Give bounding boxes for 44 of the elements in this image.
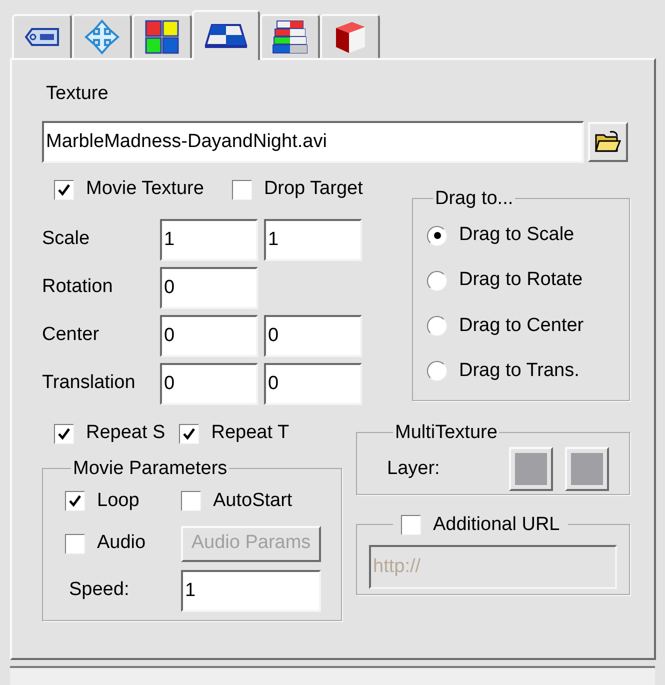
tab[interactable] [260, 14, 320, 58]
speed-label: Speed: [69, 578, 130, 602]
tab[interactable] [12, 14, 72, 58]
group-title: Drag to... [434, 186, 514, 210]
number-field[interactable]: 0 [160, 266, 258, 308]
number-field[interactable]: 0 [264, 362, 362, 404]
move-arrows-icon [84, 19, 120, 55]
tab[interactable] [320, 14, 380, 58]
radio-button[interactable]: Drag to Trans. [427, 356, 629, 386]
browse-button[interactable] [588, 122, 628, 162]
checkbox[interactable]: Movie Texture [54, 175, 204, 204]
texture-plane-icon [204, 23, 248, 49]
checkbox[interactable]: Loop [65, 487, 181, 516]
tag-icon [24, 27, 60, 47]
tab[interactable] [192, 10, 260, 60]
tab[interactable] [132, 14, 192, 58]
radio-button[interactable]: Drag to Scale [427, 221, 629, 250]
field-label: Center [42, 323, 100, 348]
checkbox[interactable]: Audio [65, 529, 181, 558]
checkbox[interactable]: Drop Target [232, 175, 363, 204]
number-field[interactable]: 0 [160, 314, 258, 356]
radio-button[interactable]: Drag to Center [427, 312, 629, 340]
radio-button[interactable]: Drag to Rotate [427, 266, 629, 295]
checkbox[interactable]: Repeat S [54, 419, 166, 448]
field-label: Scale [42, 227, 91, 252]
layer-button[interactable] [565, 447, 609, 491]
layer-label: Layer: [387, 456, 440, 481]
field-label: Translation [42, 371, 136, 396]
checkbox[interactable]: Repeat T [179, 419, 290, 448]
speed-field[interactable]: 1 [181, 570, 321, 612]
number-field[interactable]: 0 [160, 362, 258, 404]
color-grid-icon [145, 20, 179, 54]
group-title: MultiTexture [394, 420, 498, 444]
texture-file-field[interactable]: MarbleMadness-DayandNight.avi [42, 120, 584, 162]
layer-button[interactable] [509, 447, 553, 491]
field-label: Rotation [42, 275, 114, 300]
checkbox[interactable]: AutoStart [181, 487, 325, 516]
number-field[interactable]: 1 [160, 218, 258, 260]
layer-stack-icon [272, 19, 308, 55]
open-folder-icon [595, 130, 621, 152]
number-field[interactable]: 0 [264, 314, 362, 356]
texture-label: Texture [46, 82, 110, 106]
number-field[interactable]: 1 [264, 218, 362, 260]
group-title: Movie Parameters [72, 456, 228, 480]
